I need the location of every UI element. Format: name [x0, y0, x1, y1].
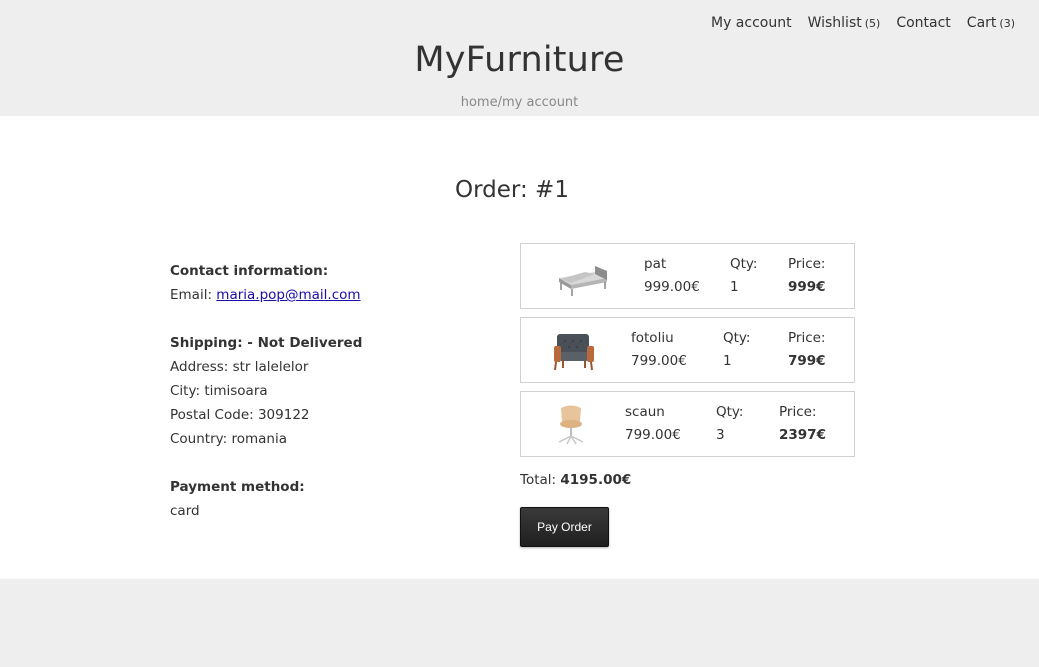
item-price: 999€ [788, 279, 826, 295]
qty-label: Qty: [716, 404, 744, 420]
nav-cart-label: Cart [966, 15, 997, 31]
armchair-icon [551, 326, 601, 374]
item-price: 799€ [788, 353, 826, 369]
address-line: Address: str lalelelor [170, 359, 309, 375]
contact-heading: Contact information: [170, 263, 329, 279]
item-name: pat [644, 256, 667, 272]
order-total: Total: 4195.00€ [520, 472, 631, 488]
item-qty: 1 [723, 353, 732, 369]
breadcrumb-home[interactable]: home [461, 95, 498, 110]
payment-heading: Payment method: [170, 479, 305, 495]
site-logo[interactable]: MyFurniture [0, 40, 1039, 80]
total-value: 4195.00€ [560, 472, 632, 488]
email-label: Email: [170, 287, 217, 303]
pay-order-button[interactable]: Pay Order [520, 507, 609, 547]
nav-my-account[interactable]: My account [711, 15, 792, 31]
item-unit-price: 999.00€ [644, 279, 700, 295]
nav-wishlist[interactable]: Wishlist (5) [808, 15, 881, 31]
cart-count: (3) [999, 17, 1015, 30]
order-item: scaun 799.00€ Qty: 3 Price: 2397€ [520, 391, 855, 457]
page-title: Order: #1 [455, 177, 569, 203]
nav-contact[interactable]: Contact [896, 15, 950, 31]
top-nav: My account Wishlist (5) Contact Cart (3) [711, 15, 1015, 31]
site-header: My account Wishlist (5) Contact Cart (3) M… [0, 0, 1039, 116]
bed-icon [555, 252, 607, 300]
country-line: Country: romania [170, 431, 288, 447]
order-item: fotoliu 799.00€ Qty: 1 Price: 799€ [520, 317, 855, 383]
price-label: Price: [779, 404, 817, 420]
nav-wishlist-label: Wishlist [807, 15, 862, 31]
shipping-heading: Shipping: - Not Delivered [170, 335, 363, 351]
order-details: Contact information: Email: maria.pop@ma… [170, 259, 490, 523]
city-line: City: timisoara [170, 383, 268, 399]
item-name: fotoliu [631, 330, 674, 346]
email-link[interactable]: maria.pop@mail.com [216, 287, 360, 303]
price-label: Price: [788, 330, 826, 346]
nav-cart[interactable]: Cart (3) [967, 15, 1015, 31]
breadcrumb-current[interactable]: my account [502, 95, 578, 110]
chair-icon [553, 400, 603, 448]
breadcrumb: home/my account [0, 95, 1039, 110]
item-unit-price: 799.00€ [625, 427, 681, 443]
item-qty: 1 [730, 279, 739, 295]
order-item: pat 999.00€ Qty: 1 Price: 999€ [520, 243, 855, 309]
item-unit-price: 799.00€ [631, 353, 687, 369]
price-label: Price: [788, 256, 826, 272]
site-footer [0, 579, 1039, 667]
qty-label: Qty: [723, 330, 751, 346]
wishlist-count: (5) [864, 17, 881, 30]
item-qty: 3 [716, 427, 725, 443]
payment-method: card [170, 503, 200, 519]
total-label: Total: [520, 472, 561, 488]
item-price: 2397€ [779, 427, 826, 443]
email-line: Email: maria.pop@mail.com [170, 283, 490, 307]
postal-code-line: Postal Code: 309122 [170, 407, 310, 423]
qty-label: Qty: [730, 256, 758, 272]
item-name: scaun [625, 404, 665, 420]
